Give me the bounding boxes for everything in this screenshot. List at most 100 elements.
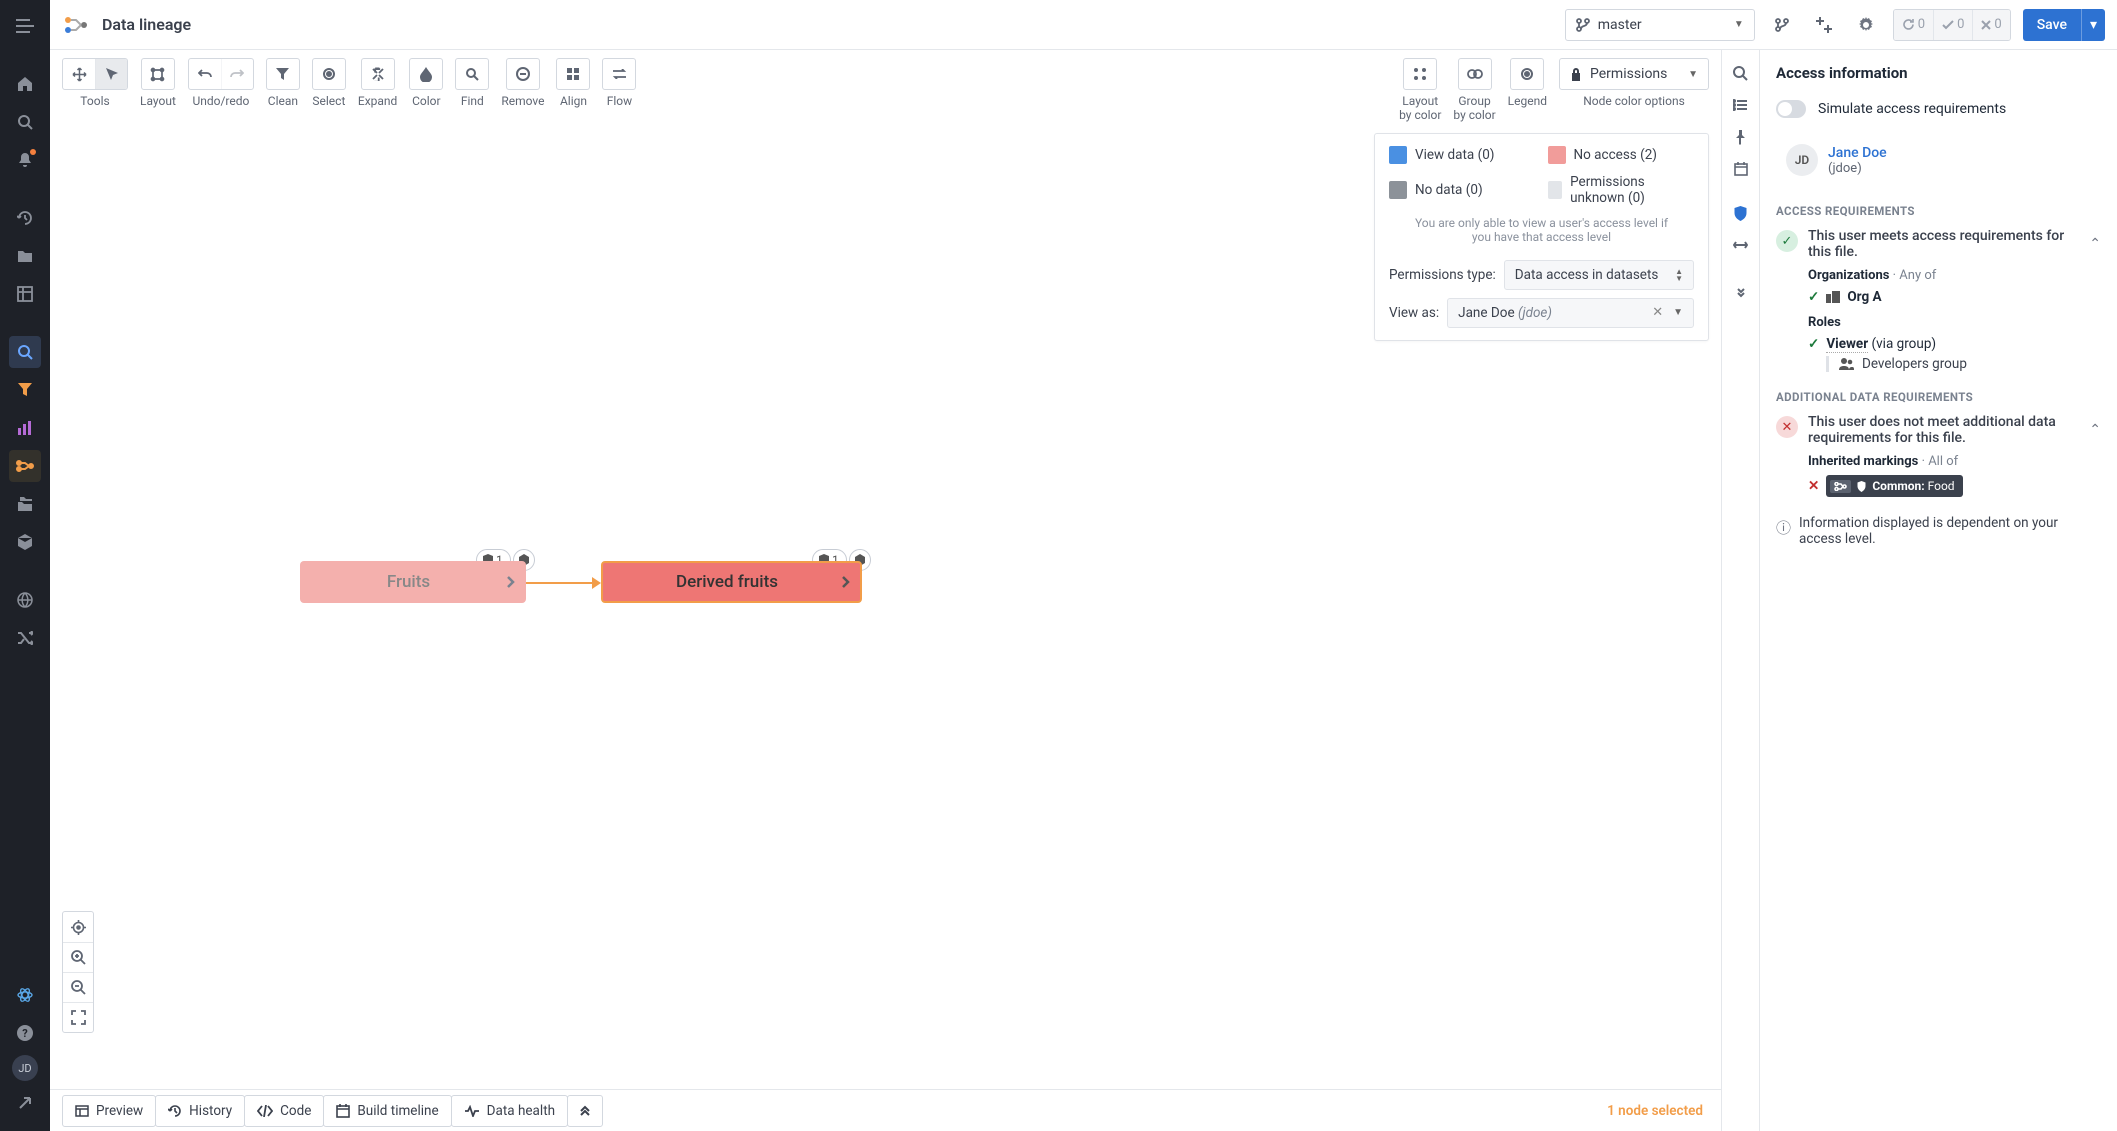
permissions-type-select[interactable]: Data access in datasets ▲▼ [1504, 260, 1694, 290]
search-sidepanel-icon[interactable] [1726, 58, 1756, 88]
list-sidepanel-icon[interactable] [1726, 90, 1756, 120]
edge-arrow [526, 581, 601, 585]
section-additional-req: ADDITIONAL DATA REQUIREMENTS [1760, 380, 2117, 410]
app-logo-icon [62, 11, 90, 39]
status-pills: 0 0 0 [1893, 9, 2011, 41]
locate-button[interactable] [63, 912, 93, 942]
legend-view-data: View data (0) [1389, 146, 1536, 164]
color-button[interactable] [410, 59, 442, 89]
info-icon: ⓘ [1776, 517, 1791, 538]
chevron-right-icon[interactable] [506, 575, 515, 589]
package-icon[interactable] [9, 526, 41, 558]
expand-icon[interactable] [9, 1087, 41, 1119]
branch-icon [1576, 18, 1590, 32]
check-icon: ✓ [1808, 289, 1819, 305]
developers-group-line: Developers group [1826, 356, 2101, 372]
folder-icon[interactable] [9, 240, 41, 272]
marking-line: ✕ Common: Food [1808, 475, 2101, 497]
collapse-icon[interactable]: ⌃ [2089, 422, 2101, 438]
check-icon: ✓ [1808, 336, 1819, 352]
flow-button[interactable] [603, 59, 635, 89]
branch-selector[interactable]: master ▼ [1565, 9, 1755, 41]
tab-preview[interactable]: Preview [62, 1095, 156, 1127]
status-checks[interactable]: 0 [1933, 10, 1972, 40]
select-button[interactable] [313, 59, 345, 89]
resize-sidepanel-icon[interactable] [1726, 230, 1756, 260]
lock-icon [1570, 67, 1582, 81]
check-circle-icon: ✓ [1776, 230, 1798, 252]
history-icon[interactable] [9, 202, 41, 234]
tab-data-health[interactable]: Data health [451, 1095, 568, 1127]
tab-build-timeline[interactable]: Build timeline [323, 1095, 451, 1127]
node-fruits[interactable]: Fruits [300, 561, 526, 603]
notifications-icon[interactable] [9, 144, 41, 176]
save-button[interactable]: Save ▾ [2023, 9, 2105, 41]
page-title: Data lineage [102, 15, 191, 34]
atom-icon[interactable] [9, 979, 41, 1011]
pin-sidepanel-icon[interactable] [1726, 122, 1756, 152]
home-icon[interactable] [9, 68, 41, 100]
lineage-canvas[interactable]: View data (0) No access (2) No data (0) … [50, 123, 1721, 1089]
user-name-link[interactable]: Jane Doe [1828, 145, 1887, 161]
help-icon[interactable]: ? [9, 1017, 41, 1049]
expand-button[interactable] [362, 59, 394, 89]
svg-text:?: ? [22, 1027, 28, 1040]
additional-req-row: ✕ This user does not meet additional dat… [1760, 410, 2117, 452]
zoom-out-button[interactable] [63, 972, 93, 1002]
search-data-icon[interactable] [9, 336, 41, 368]
shield-sidepanel-icon[interactable] [1726, 198, 1756, 228]
folders-icon[interactable] [9, 488, 41, 520]
collapse-icon[interactable]: ⌃ [2089, 236, 2101, 252]
remove-button[interactable] [507, 59, 539, 89]
layout-by-color-button[interactable] [1404, 59, 1436, 89]
branch-action-icon[interactable] [1767, 10, 1797, 40]
more-sidepanel-icon[interactable] [1726, 278, 1756, 308]
select-tool[interactable] [95, 59, 127, 89]
legend-perm-unknown: Permissions unknown (0) [1548, 174, 1695, 206]
bottom-bar: Preview History Code Build timeline Data… [50, 1089, 1721, 1131]
legend-note: You are only able to view a user's acces… [1389, 212, 1694, 252]
node-derived-fruits[interactable]: Derived fruits [601, 561, 862, 603]
save-dropdown-icon[interactable]: ▾ [2081, 9, 2105, 41]
undo-button[interactable] [189, 59, 221, 89]
clean-button[interactable] [267, 59, 299, 89]
collapse-tabs-button[interactable] [567, 1095, 603, 1127]
align-button[interactable] [557, 59, 589, 89]
zoom-in-button[interactable] [63, 942, 93, 972]
search-icon[interactable] [9, 106, 41, 138]
chevron-right-icon[interactable] [841, 575, 850, 589]
shuffle-icon[interactable] [9, 622, 41, 654]
layout-tool[interactable] [142, 59, 174, 89]
redo-button[interactable] [221, 59, 253, 89]
x-icon: ✕ [1808, 478, 1819, 494]
tab-code[interactable]: Code [244, 1095, 324, 1127]
view-as-select[interactable]: Jane Doe (jdoe) ✕▼ [1447, 298, 1694, 328]
simulate-toggle[interactable] [1776, 100, 1806, 118]
group-by-color-button[interactable] [1459, 59, 1491, 89]
x-circle-icon: ✕ [1776, 416, 1798, 438]
calendar-sidepanel-icon[interactable] [1726, 154, 1756, 184]
user-avatar-rail[interactable]: JD [12, 1055, 38, 1081]
group-icon [1839, 358, 1854, 370]
find-button[interactable] [456, 59, 488, 89]
marking-tag[interactable]: Common: Food [1826, 475, 1962, 497]
keyboard-icon[interactable] [1809, 10, 1839, 40]
menu-icon[interactable] [9, 10, 41, 42]
permissions-selector[interactable]: Permissions ▼ [1559, 58, 1709, 90]
legend-button[interactable] [1511, 59, 1543, 89]
layout-icon[interactable] [9, 278, 41, 310]
filter-icon[interactable] [9, 374, 41, 406]
chart-icon[interactable] [9, 412, 41, 444]
clear-icon[interactable]: ✕ [1652, 305, 1663, 320]
tab-history[interactable]: History [155, 1095, 245, 1127]
settings-icon[interactable] [1851, 10, 1881, 40]
info-note: ⓘ Information displayed is dependent on … [1760, 505, 2117, 557]
globe-icon[interactable] [9, 584, 41, 616]
move-tool[interactable] [63, 59, 95, 89]
status-fails[interactable]: 0 [1972, 10, 2009, 40]
panel-title: Access information [1760, 50, 2117, 96]
fit-button[interactable] [63, 1002, 93, 1032]
chevron-down-icon: ▼ [1734, 19, 1744, 30]
lineage-icon[interactable] [9, 450, 41, 482]
status-refresh[interactable]: 0 [1894, 10, 1933, 40]
